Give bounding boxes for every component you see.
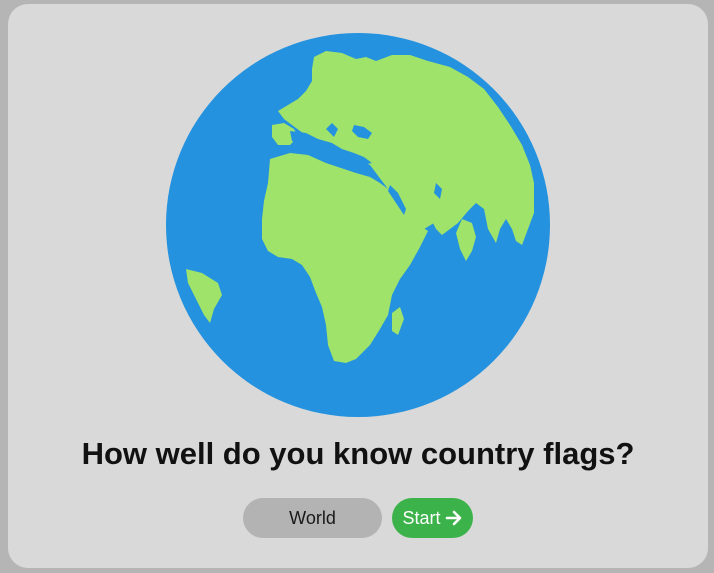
arrow-right-icon	[445, 510, 461, 526]
region-select-label: World	[289, 507, 336, 528]
start-button[interactable]: Start	[392, 498, 473, 538]
quiz-card: How well do you know country flags? Worl…	[8, 4, 708, 568]
quiz-question: How well do you know country flags?	[81, 436, 635, 471]
region-select-button[interactable]: World	[243, 498, 382, 538]
start-button-label: Start	[402, 507, 441, 528]
globe-icon	[166, 33, 550, 417]
